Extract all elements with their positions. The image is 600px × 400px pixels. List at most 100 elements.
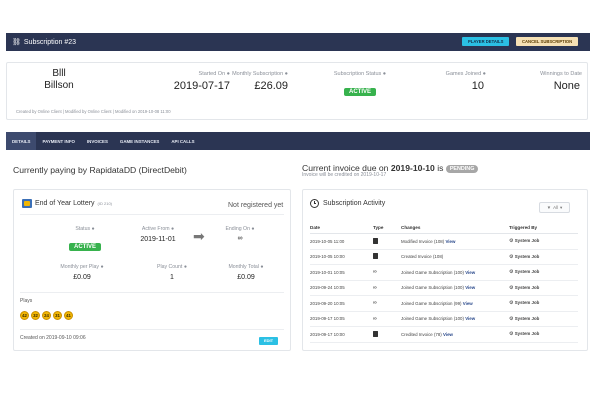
ending-on-value: ∞ bbox=[237, 235, 243, 242]
help-icon: ● bbox=[100, 264, 104, 270]
help-icon: ● bbox=[183, 264, 187, 270]
active-from-label: Active From bbox=[141, 226, 170, 232]
row-triggered-by: System Job bbox=[514, 284, 540, 290]
ending-on-label: Ending On bbox=[225, 226, 250, 232]
invoice-status-badge: PENDING bbox=[445, 164, 479, 173]
view-link[interactable]: View bbox=[463, 301, 473, 306]
payment-prefix: Currently paying by bbox=[13, 165, 88, 175]
tab-game-instances[interactable]: GAME INSTANCES bbox=[114, 132, 165, 150]
gear-icon: ⚙ bbox=[509, 238, 514, 245]
row-triggered-by: System Job bbox=[514, 269, 540, 275]
lottery-title: End of Year Lottery (ID 210) bbox=[22, 199, 112, 208]
view-link[interactable]: View bbox=[465, 285, 475, 290]
row-date: 2019-10-01 10:05 bbox=[310, 264, 373, 281]
document-icon bbox=[373, 330, 378, 337]
lottery-ball: 42 bbox=[20, 311, 29, 320]
table-row: 2019-09-17 10:00 Credited Invoice (78) V… bbox=[310, 326, 578, 343]
mask-icon: ∞ bbox=[373, 315, 377, 322]
winnings-stat: Winnings to Date None bbox=[510, 71, 582, 92]
monthly-total-label: Monthly Total bbox=[228, 264, 259, 270]
activity-filter-dropdown[interactable]: ▼ All ▾ bbox=[539, 202, 570, 213]
activity-title-text: Subscription Activity bbox=[323, 200, 386, 207]
arrow-right-icon: ➡ bbox=[193, 228, 205, 244]
column-header-date: Date bbox=[310, 223, 373, 234]
document-icon bbox=[373, 237, 378, 244]
row-change: Joined Game Subscription (100) bbox=[401, 269, 464, 275]
invoice-credited-note: Invoice will be credited on 2019-10-17 bbox=[302, 172, 387, 178]
player-details-button[interactable]: PLAYER DETAILS bbox=[462, 37, 510, 46]
lottery-ball: 31 bbox=[53, 311, 62, 320]
lottery-id: (ID 210) bbox=[97, 201, 112, 206]
table-row: 2019-10-01 10:05 ∞ Joined Game Subscript… bbox=[310, 264, 578, 281]
monthly-total: Monthly Total ● £0.09 bbox=[210, 264, 282, 281]
gear-icon: ⚙ bbox=[509, 300, 514, 307]
monthly-subscription-stat: Monthly Subscription ● £26.09 bbox=[200, 71, 288, 92]
row-triggered-by: System Job bbox=[514, 238, 540, 244]
row-change: Joined Game Subscription (100) bbox=[401, 316, 464, 322]
row-triggered-by: System Job bbox=[514, 253, 540, 259]
tab-bar: DETAILS PAYMENT INFO INVOICES GAME INSTA… bbox=[6, 132, 590, 150]
mask-icon: ∞ bbox=[373, 269, 377, 276]
lottery-created-date: Created on 2019-09-10 09:06 bbox=[20, 335, 86, 341]
view-link[interactable]: View bbox=[465, 270, 475, 275]
row-date: 2019-09-20 10:05 bbox=[310, 295, 373, 312]
games-joined-value: 10 bbox=[471, 80, 484, 92]
view-link[interactable]: View bbox=[465, 316, 475, 321]
monthly-subscription-label: Monthly Subscription bbox=[232, 71, 284, 77]
column-header-changes: Changes bbox=[401, 223, 509, 234]
lottery-status-badge: ACTIVE bbox=[68, 243, 101, 251]
active-from-value: 2019-11-01 bbox=[140, 236, 176, 243]
row-date: 2019-09-17 10:00 bbox=[310, 326, 373, 343]
row-date: 2019-10-05 10:00 bbox=[310, 249, 373, 265]
chevron-down-icon: ▾ bbox=[560, 204, 563, 210]
row-triggered-by: System Job bbox=[514, 315, 540, 321]
gear-icon: ⚙ bbox=[509, 284, 514, 291]
view-link[interactable]: View bbox=[443, 332, 453, 337]
mask-icon: ∞ bbox=[373, 300, 377, 307]
row-change: Credited Invoice (78) bbox=[401, 331, 442, 337]
play-count-label: Play Count bbox=[157, 264, 183, 270]
table-row: 2019-09-24 10:05 ∞ Joined Game Subscript… bbox=[310, 280, 578, 296]
help-icon: ● bbox=[251, 226, 255, 232]
row-triggered-by: System Job bbox=[514, 300, 540, 306]
divider bbox=[20, 292, 284, 293]
lottery-logo-icon bbox=[22, 199, 32, 208]
column-header-type: Type bbox=[373, 223, 401, 234]
lottery-status: Status ● ACTIVE bbox=[55, 226, 115, 253]
play-count-value: 1 bbox=[170, 274, 174, 281]
activity-title: Subscription Activity bbox=[310, 199, 385, 208]
row-date: 2019-09-24 10:05 bbox=[310, 280, 373, 296]
gear-icon: ⚙ bbox=[509, 269, 514, 276]
plays-label: Plays bbox=[20, 298, 33, 304]
cancel-subscription-button[interactable]: CANCEL SUBSCRIPTION bbox=[516, 37, 579, 46]
ending-on: Ending On ● ∞ bbox=[210, 226, 270, 242]
monthly-per-play-label: Monthly per Play bbox=[60, 264, 100, 270]
lottery-ball: 24 bbox=[42, 311, 51, 320]
row-date: 2019-10-05 11:00 bbox=[310, 233, 373, 250]
help-icon: ● bbox=[170, 226, 175, 232]
row-change: Joined Game Subscription (99) bbox=[401, 300, 462, 306]
tab-invoices[interactable]: INVOICES bbox=[81, 132, 114, 150]
column-header-triggered-by: Triggered By bbox=[509, 223, 578, 234]
document-icon bbox=[373, 253, 378, 260]
tab-payment-info[interactable]: PAYMENT INFO bbox=[36, 132, 80, 150]
edit-button[interactable]: EDIT bbox=[259, 337, 279, 345]
monthly-subscription-value: £26.09 bbox=[254, 80, 288, 92]
mask-icon: ∞ bbox=[373, 284, 377, 291]
gear-icon: ⚙ bbox=[509, 315, 514, 322]
filter-value: All bbox=[553, 205, 559, 210]
help-icon: ● bbox=[482, 71, 486, 77]
table-row: 2019-09-20 10:05 ∞ Joined Game Subscript… bbox=[310, 295, 578, 312]
games-joined-label: Games Joined bbox=[445, 71, 482, 77]
row-change: Joined Game Subscription (100) bbox=[401, 285, 464, 291]
lottery-ball: 41 bbox=[64, 311, 73, 320]
view-link[interactable]: View bbox=[445, 239, 455, 244]
invoice-due-date: 2019-10-10 bbox=[390, 163, 435, 173]
registration-status: Not registered yet bbox=[228, 202, 284, 209]
table-header-row: Date Type Changes Triggered By bbox=[310, 223, 578, 234]
tab-details[interactable]: DETAILS bbox=[6, 132, 37, 150]
tab-api-calls[interactable]: API CALLS bbox=[165, 132, 200, 150]
row-change: Created Invoice (108) bbox=[401, 254, 444, 260]
row-triggered-by: System Job bbox=[514, 331, 540, 337]
audit-line: Created by Online Client | Modified by O… bbox=[16, 109, 171, 114]
